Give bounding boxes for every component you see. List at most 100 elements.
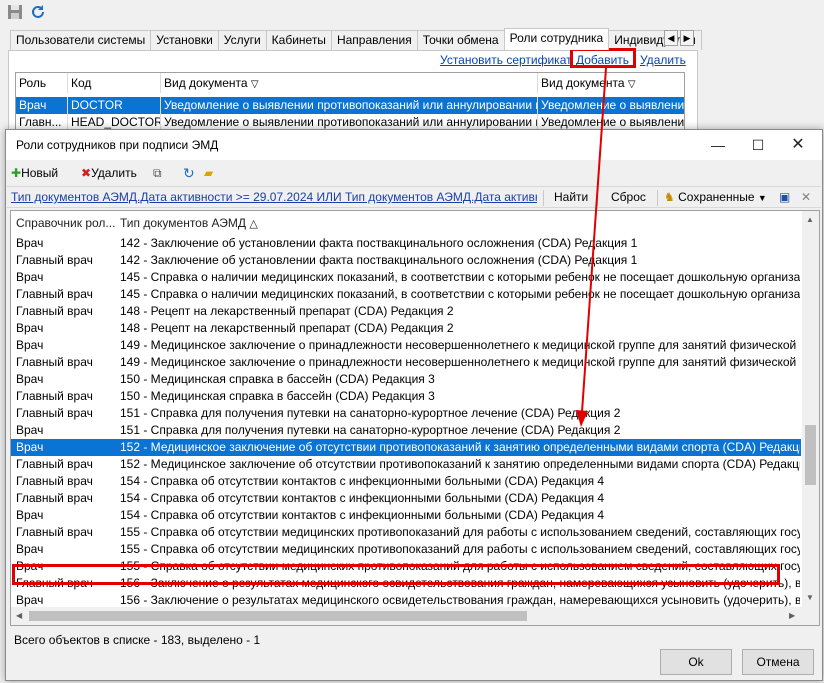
vertical-scrollbar[interactable]: ▲ ▼	[802, 211, 819, 607]
header-code[interactable]: Код	[68, 73, 161, 93]
tab-item[interactable]: Направления	[330, 30, 418, 50]
table-row[interactable]: Врач 149 - Медицинское заключение о прина…	[11, 337, 801, 354]
roles-dialog: Роли сотрудников при подписи ЭМД — ☐ ✕ ✚…	[5, 129, 823, 681]
table-row[interactable]: Главный врач 145 - Справка о наличии меди…	[11, 286, 801, 303]
table-row[interactable]: Врач 152 - Медицинское заключение об отсу…	[11, 439, 801, 456]
document-type-cell: 152 - Медицинское заключение об отсутств…	[120, 440, 800, 454]
clear-filter-icon[interactable]: ✕	[801, 190, 811, 204]
role-cell: Врач	[16, 423, 44, 437]
reset-button[interactable]: Сброс	[611, 190, 646, 204]
header-doc-type-2[interactable]: Вид документа ▽	[538, 73, 684, 93]
table-row[interactable]: Главный врач 150 - Медицинская справка в …	[11, 388, 801, 405]
roles-grid: Роль Код Вид документа ▽ Вид документа ▽…	[15, 72, 685, 132]
divider	[543, 190, 544, 206]
table-row[interactable]: Врач 148 - Рецепт на лекарственный препар…	[11, 320, 801, 337]
install-certificate-link[interactable]: Установить сертификат	[440, 53, 572, 67]
save-filter-icon[interactable]: ▣	[779, 190, 790, 204]
filter-bar: Тип документов АЭМД.Дата активности >= 2…	[7, 186, 821, 208]
refresh-icon[interactable]: ↻	[183, 164, 195, 182]
copy-icon[interactable]: ⧉	[153, 164, 162, 182]
header-doc-type[interactable]: Вид документа ▽	[161, 73, 538, 93]
table-row[interactable]: Главный врач 142 - Заключение об установл…	[11, 252, 801, 269]
role-cell: Главный врач	[16, 457, 93, 471]
table-row[interactable]: Главный врач 155 - Справка об отсутствии …	[11, 524, 801, 541]
document-type-cell: 145 - Справка о наличии медицинских пока…	[120, 270, 800, 284]
role-cell: Врач	[16, 338, 44, 352]
document-type-cell: 142 - Заключение об установлении факта п…	[120, 236, 638, 250]
table-row[interactable]: Врач 151 - Справка для получения путевки …	[11, 422, 801, 439]
roles-grid-header: Роль Код Вид документа ▽ Вид документа ▽	[16, 73, 684, 93]
save-icon[interactable]	[7, 4, 23, 20]
roles-grid-row[interactable]: Врач DOCTOR Уведомление о выявлении против…	[16, 97, 684, 114]
delete-icon: ✖	[81, 166, 92, 180]
main-toolbar	[0, 0, 824, 26]
table-row[interactable]: Главный врач 149 - Медицинское заключение…	[11, 354, 801, 371]
cancel-button[interactable]: Отмена	[742, 649, 814, 675]
document-type-cell: 149 - Медицинское заключение о принадлеж…	[120, 355, 800, 369]
document-type-cell: 154 - Справка об отсутствии контактов с …	[120, 508, 605, 522]
tab-scroll-left-icon[interactable]: ◀	[664, 30, 678, 46]
tab-item[interactable]: Услуги	[217, 30, 267, 50]
role-cell: Врач	[16, 508, 44, 522]
sort-asc-icon: △	[249, 218, 258, 230]
table-row[interactable]: Врач 142 - Заключение об установлении фак…	[11, 235, 801, 252]
chevron-down-icon: ▼	[757, 193, 767, 203]
header-role-directory[interactable]: Справочник рол...	[11, 211, 115, 235]
find-button[interactable]: Найти	[554, 190, 588, 204]
table-row[interactable]: Врач 155 - Справка об отсутствии медицинс…	[11, 541, 801, 558]
role-cell: Главный врач	[16, 406, 93, 420]
table-row[interactable]: Главный врач 154 - Справка об отсутствии …	[11, 473, 801, 490]
header-role[interactable]: Роль	[16, 73, 68, 93]
table-row[interactable]: Главный врач 148 - Рецепт на лекарственны…	[11, 303, 801, 320]
header-document-type[interactable]: Тип документов АЭМД △	[115, 211, 415, 235]
document-type-cell: 151 - Справка для получения путевки на с…	[120, 406, 621, 420]
document-type-cell: 154 - Справка об отсутствии контактов с …	[120, 491, 605, 505]
document-type-cell: 149 - Медицинское заключение о принадлеж…	[120, 338, 800, 352]
tab-item[interactable]: Пользователи системы	[10, 30, 152, 50]
tab-item[interactable]: Кабинеты	[265, 30, 332, 50]
document-type-cell: 150 - Медицинская справка в бассейн (CDA…	[120, 372, 435, 386]
refresh-icon[interactable]	[30, 4, 46, 20]
tab-item[interactable]: Установки	[150, 30, 219, 50]
maximize-icon[interactable]: ☐	[738, 130, 778, 160]
document-type-cell: 155 - Справка об отсутствии медицинских …	[120, 542, 800, 556]
role-cell: Главный врач	[16, 491, 93, 505]
table-row[interactable]: Главный врач 152 - Медицинское заключение…	[11, 456, 801, 473]
document-type-cell: 148 - Рецепт на лекарственный препарат (…	[120, 304, 454, 318]
status-text: Всего объектов в списке - 183, выделено …	[14, 633, 261, 647]
table-row[interactable]: Врач 154 - Справка об отсутствии контакто…	[11, 507, 801, 524]
horizontal-scrollbar[interactable]: ◀ ▶	[11, 607, 819, 625]
delete-link[interactable]: Удалить	[640, 53, 686, 67]
folder-icon[interactable]: ▰	[204, 164, 213, 182]
role-cell: Главный врач	[16, 253, 93, 267]
tab-item[interactable]: Роли сотрудника	[503, 28, 610, 50]
saved-filters-button[interactable]: ♞ Сохраненные ▼	[664, 190, 767, 204]
grid-header: Справочник рол... Тип документов АЭМД △	[11, 211, 801, 235]
ok-button[interactable]: Ok	[660, 649, 732, 675]
vertical-scroll-thumb[interactable]	[805, 425, 816, 485]
role-cell: Главный врач	[16, 389, 93, 403]
delete-button[interactable]: ✖Удалить	[81, 164, 137, 182]
table-row[interactable]: Врач 150 - Медицинская справка в бассейн …	[11, 371, 801, 388]
table-row[interactable]: Главный врач 151 - Справка для получения …	[11, 405, 801, 422]
document-type-cell: 152 - Медицинское заключение об отсутств…	[120, 457, 800, 471]
scroll-up-icon[interactable]: ▲	[806, 215, 814, 224]
scroll-right-icon[interactable]: ▶	[789, 611, 795, 620]
tab-item[interactable]: Точки обмена	[416, 30, 505, 50]
dialog-toolbar: ✚Новый ✖Удалить ⧉ ↻ ▰	[6, 160, 822, 186]
role-cell: Главный врач	[16, 304, 93, 318]
filter-expression[interactable]: Тип документов АЭМД.Дата активности >= 2…	[11, 190, 537, 204]
minimize-icon[interactable]: —	[698, 130, 738, 160]
scroll-down-icon[interactable]: ▼	[806, 593, 814, 602]
role-cell: Врач	[16, 236, 44, 250]
scroll-left-icon[interactable]: ◀	[16, 611, 22, 620]
table-row[interactable]: Врач 145 - Справка о наличии медицинских …	[11, 269, 801, 286]
tab-scroll-right-icon[interactable]: ▶	[680, 30, 694, 46]
cell-code: DOCTOR	[68, 97, 161, 114]
new-button[interactable]: ✚Новый	[11, 164, 58, 182]
horizontal-scroll-thumb[interactable]	[29, 611, 527, 621]
close-icon[interactable]: ✕	[778, 130, 818, 160]
document-type-cell: 151 - Справка для получения путевки на с…	[120, 423, 621, 437]
cell-doc: Уведомление о выявлении противопоказаний…	[161, 97, 538, 114]
table-row[interactable]: Главный врач 154 - Справка об отсутствии …	[11, 490, 801, 507]
